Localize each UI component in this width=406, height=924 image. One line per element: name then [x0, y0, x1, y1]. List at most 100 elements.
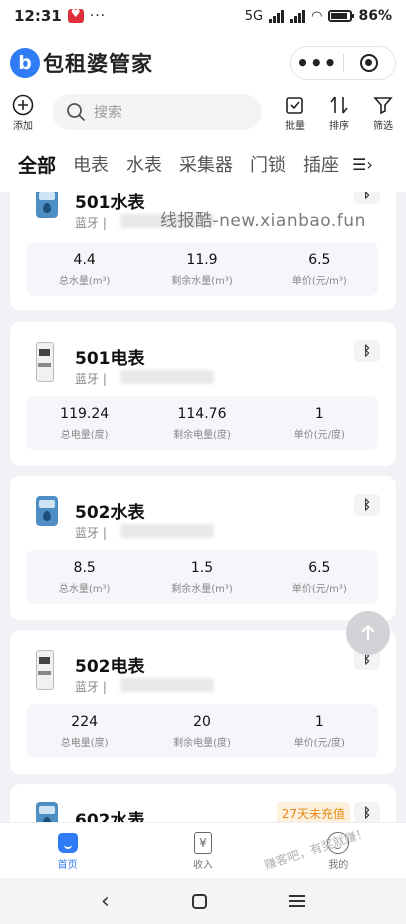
tab-door-lock[interactable]: 门锁 [250, 151, 286, 177]
stat-remaining: 1.5 剩余水量(m³) [143, 550, 260, 604]
sort-button[interactable]: 排序 [324, 93, 354, 132]
device-card[interactable]: 502电表 蓝牙 | ᛒ 224 总电量(度) 20 剩余电量(度) 1 单价(元/度… [10, 630, 396, 774]
filter-button[interactable]: 筛选 [368, 93, 398, 132]
device-stats: 4.4 总水量(m³) 11.9 剩余水量(m³) 6.5 单价(元/m³) [26, 242, 378, 296]
app-header: b 包租婆管家 ••• [0, 32, 406, 94]
device-card[interactable]: 502水表 蓝牙 | ᛒ 8.5 总水量(m³) 1.5 剩余水量(m³) 6.5 单… [10, 476, 396, 620]
bluetooth-icon[interactable]: ᛒ [354, 192, 380, 204]
miniapp-capsule: ••• [290, 46, 396, 80]
bluetooth-icon[interactable]: ᛒ [354, 802, 380, 822]
stat-price: 1 单价(元/度) [261, 396, 378, 450]
nav-income[interactable]: ¥ 收入 [135, 823, 270, 878]
sort-label: 排序 [329, 120, 349, 132]
tab-all[interactable]: 全部 [18, 151, 56, 178]
stat-value: 20 [193, 713, 211, 730]
app-title: 包租婆管家 [43, 52, 153, 76]
signal-icon-2 [290, 9, 306, 23]
redacted-id [120, 524, 214, 538]
tab-socket[interactable]: 插座 [303, 151, 339, 177]
stat-value: 119.24 [60, 405, 110, 422]
battery-icon [328, 10, 355, 22]
nav-home[interactable]: 首页 [0, 823, 135, 878]
more-menu-button[interactable]: ••• [291, 53, 343, 73]
system-nav-bar: ‹ [0, 878, 406, 924]
expand-tabs-icon[interactable]: ☰› [352, 155, 373, 174]
scroll-to-top-button[interactable] [346, 611, 390, 655]
stat-label: 总水量(m³) [58, 275, 111, 287]
home-icon [57, 833, 78, 853]
stat-value: 11.9 [186, 251, 218, 268]
water-meter-icon [36, 192, 58, 218]
app-logo-icon: b [10, 48, 40, 78]
plus-circle-icon [12, 93, 34, 117]
stat-label: 剩余水量(m³) [171, 275, 233, 287]
add-button[interactable]: 添加 [8, 93, 38, 132]
category-tabs: 全部 电表 水表 采集器 门锁 插座 ☰› [0, 136, 406, 192]
tab-collector[interactable]: 采集器 [179, 151, 233, 177]
redacted-id [120, 678, 214, 692]
stat-label: 总电量(度) [60, 429, 109, 441]
batch-button[interactable]: 批量 [280, 93, 310, 132]
add-label: 添加 [13, 120, 33, 132]
sort-icon [329, 93, 349, 117]
search-icon [67, 103, 86, 122]
device-name: 501电表 [75, 349, 145, 369]
search-input[interactable]: 搜索 [52, 94, 262, 130]
stat-value: 114.76 [177, 405, 227, 422]
close-miniapp-button[interactable] [344, 54, 396, 72]
signal-icon [269, 9, 285, 23]
notification-app-icon [67, 7, 84, 23]
stat-total: 8.5 总水量(m³) [26, 550, 143, 604]
stat-value: 8.5 [73, 559, 96, 576]
menu-icon[interactable] [288, 895, 305, 907]
network-type-label: 5G [244, 8, 264, 24]
device-connection: 蓝牙 | [75, 216, 107, 230]
stat-label: 总水量(m³) [58, 583, 111, 595]
stat-label: 剩余电量(度) [173, 737, 231, 749]
stat-remaining: 11.9 剩余水量(m³) [143, 242, 260, 296]
stat-label: 单价(元/度) [293, 737, 345, 749]
status-more-dots: ··· [89, 8, 107, 24]
stat-value: 6.5 [308, 559, 331, 576]
stat-label: 单价(元/度) [293, 429, 345, 441]
stat-price: 1 单价(元/度) [261, 704, 378, 758]
stat-total: 119.24 总电量(度) [26, 396, 143, 450]
stat-price: 6.5 单价(元/m³) [261, 242, 378, 296]
watermark-text: 线报酷-new.xianbao.fun [160, 211, 366, 231]
stat-label: 剩余水量(m³) [171, 583, 233, 595]
toolbar: 添加 搜索 批量 排序 筛选 [0, 88, 406, 136]
nav-income-label: 收入 [192, 860, 213, 871]
back-icon[interactable]: ‹ [101, 889, 110, 914]
arrow-up-icon [361, 624, 375, 640]
filter-label: 筛选 [373, 120, 393, 132]
stat-total: 224 总电量(度) [26, 704, 143, 758]
stat-remaining: 20 剩余电量(度) [143, 704, 260, 758]
stat-value: 1 [314, 405, 324, 422]
water-meter-icon [36, 496, 58, 526]
stat-total: 4.4 总水量(m³) [26, 242, 143, 296]
stat-value: 6.5 [308, 251, 331, 268]
device-name: 501水表 [75, 193, 145, 213]
nav-home-label: 首页 [57, 860, 78, 871]
status-time: 12:31 [14, 7, 62, 25]
stat-value: 1.5 [190, 559, 214, 576]
stat-label: 剩余电量(度) [173, 429, 231, 441]
stat-label: 单价(元/m³) [291, 275, 347, 287]
bluetooth-icon[interactable]: ᛒ [354, 494, 380, 516]
device-card[interactable]: 501电表 蓝牙 | ᛒ 119.24 总电量(度) 114.76 剩余电量(度) … [10, 322, 396, 466]
tab-water-meter[interactable]: 水表 [126, 151, 162, 177]
device-stats: 8.5 总水量(m³) 1.5 剩余水量(m³) 6.5 单价(元/m³) [26, 550, 378, 604]
water-meter-icon [36, 802, 58, 822]
batch-check-icon [285, 93, 305, 117]
filter-icon [373, 93, 393, 117]
bluetooth-icon[interactable]: ᛒ [354, 340, 380, 362]
wifi-icon: ◠ [311, 8, 323, 24]
electric-meter-icon [36, 342, 54, 382]
device-connection: 蓝牙 | [75, 526, 107, 540]
device-connection: 蓝牙 | [75, 372, 107, 386]
stat-value: 224 [71, 713, 99, 730]
device-card[interactable]: 602水表 27天未充值 ᛒ [10, 784, 396, 822]
home-square-icon[interactable] [191, 893, 207, 909]
device-connection: 蓝牙 | [75, 680, 107, 694]
tab-electric-meter[interactable]: 电表 [73, 151, 109, 177]
